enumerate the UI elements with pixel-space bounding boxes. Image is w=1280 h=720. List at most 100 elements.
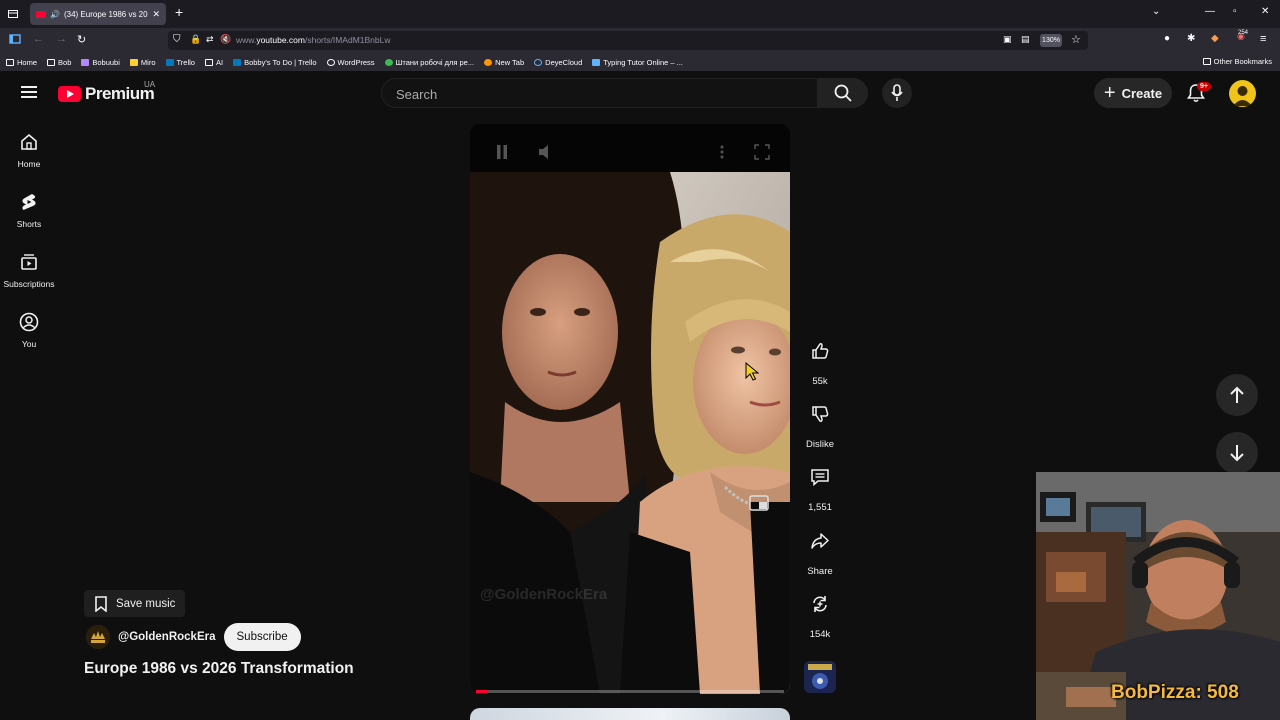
video-watermark: @GoldenRockEra bbox=[480, 586, 608, 603]
typing-favicon-icon bbox=[592, 58, 601, 66]
youtube-header: Premium UA Search + Create 9+ bbox=[0, 71, 1280, 116]
subscribe-button[interactable]: Subscribe bbox=[223, 623, 301, 651]
save-music-button[interactable]: Save music bbox=[84, 590, 186, 617]
remix-icon bbox=[813, 596, 827, 612]
home-icon bbox=[21, 133, 37, 150]
channel-name[interactable]: @GoldenRockEra bbox=[118, 631, 216, 643]
playback-progress-bar[interactable] bbox=[476, 690, 784, 693]
bookmark-item[interactable]: AI bbox=[204, 58, 223, 67]
arrow-down-icon bbox=[1230, 445, 1244, 462]
previous-short-button[interactable] bbox=[1216, 374, 1258, 416]
microphone-icon bbox=[891, 84, 903, 101]
picture-in-picture-icon[interactable]: ▣ bbox=[1003, 34, 1012, 45]
more-options-icon[interactable] bbox=[720, 144, 724, 160]
lock-icon[interactable]: 🔒 bbox=[190, 34, 201, 45]
search-button[interactable] bbox=[818, 78, 868, 108]
folder-icon bbox=[47, 58, 56, 66]
shorts-icon bbox=[22, 194, 36, 210]
minimize-icon[interactable]: — bbox=[1205, 6, 1215, 17]
shorts-player[interactable]: @GoldenRockEra bbox=[470, 124, 790, 694]
sidebar-item-home[interactable]: Home bbox=[0, 132, 58, 169]
fullscreen-icon[interactable] bbox=[754, 144, 770, 160]
sidebar-toggle-icon[interactable] bbox=[9, 33, 21, 45]
short-title[interactable]: Europe 1986 vs 2026 Transformation bbox=[84, 660, 354, 678]
bookmark-item[interactable]: Trello bbox=[165, 58, 195, 67]
reload-icon[interactable]: ↻ bbox=[77, 33, 86, 46]
bookmark-item[interactable]: Штани робочі для ре... bbox=[384, 58, 474, 67]
comment-count: 1,551 bbox=[808, 502, 832, 513]
sound-thumbnail[interactable] bbox=[804, 661, 836, 693]
bookmark-item[interactable]: Bobuubi bbox=[81, 58, 120, 67]
player-controls-bar bbox=[470, 124, 790, 172]
trello-favicon-icon bbox=[233, 58, 242, 66]
dislike-button[interactable]: Dislike bbox=[800, 395, 840, 450]
bookmark-item[interactable]: WordPress bbox=[326, 58, 375, 67]
menu-icon[interactable]: ≡ bbox=[1260, 33, 1266, 45]
other-bookmarks[interactable]: Other Bookmarks bbox=[1202, 57, 1272, 66]
close-tab-icon[interactable]: ✕ bbox=[152, 9, 160, 20]
menu-hamburger-icon[interactable] bbox=[21, 86, 37, 98]
account-avatar[interactable] bbox=[1229, 80, 1256, 107]
channel-logo-icon bbox=[86, 625, 110, 649]
search-placeholder: Search bbox=[396, 87, 438, 102]
close-window-icon[interactable]: ✕ bbox=[1261, 6, 1269, 17]
youtube-play-icon bbox=[58, 86, 81, 102]
folder-icon bbox=[6, 58, 14, 66]
like-count: 55k bbox=[812, 376, 828, 387]
channel-avatar[interactable] bbox=[86, 625, 110, 649]
bookmarks-bar: Home Bob Bobuubi Miro Trello AI Bobby's … bbox=[0, 53, 1280, 71]
firefox-favicon-icon bbox=[484, 58, 493, 66]
tab-list-icon[interactable] bbox=[8, 9, 18, 19]
tab-overflow-chevron-icon[interactable]: ⌄ bbox=[1152, 6, 1160, 17]
bookmark-item[interactable]: DeyeCloud bbox=[534, 58, 582, 67]
bookmark-item[interactable]: Home bbox=[6, 58, 37, 67]
bookmark-item[interactable]: New Tab bbox=[484, 58, 524, 67]
reader-view-icon[interactable]: ▤ bbox=[1021, 34, 1030, 45]
bookmark-item[interactable]: Bob bbox=[47, 58, 71, 67]
bookmark-item[interactable]: Typing Tutor Online – ... bbox=[592, 58, 683, 67]
url-text: www.youtube.com/shorts/IMAdM1BnbLw bbox=[236, 35, 391, 45]
browser-tab-active[interactable]: 🔊 (34) Europe 1986 vs 2026 T ✕ bbox=[30, 3, 166, 25]
restore-icon[interactable]: ▫ bbox=[1233, 6, 1237, 17]
next-short-preview[interactable] bbox=[470, 708, 790, 720]
plus-icon: + bbox=[1103, 82, 1116, 104]
next-short-button[interactable] bbox=[1216, 432, 1258, 474]
share-button[interactable]: Share bbox=[800, 522, 840, 577]
bookmark-item[interactable]: Miro bbox=[129, 58, 156, 67]
zoom-level[interactable]: 130% bbox=[1040, 34, 1062, 47]
address-bar[interactable]: ⛉ 🔒 ⇄ 🔇 www.youtube.com/shorts/IMAdM1Bnb… bbox=[168, 31, 1088, 50]
thumbs-up-icon bbox=[812, 343, 829, 359]
search-input[interactable]: Search bbox=[381, 78, 818, 108]
comments-button[interactable]: 1,551 bbox=[800, 458, 840, 513]
folder-icon bbox=[204, 58, 213, 66]
bookmark-star-icon[interactable]: ☆ bbox=[1071, 33, 1081, 46]
browser-toolbar: ← → ↻ ⛉ 🔒 ⇄ 🔇 www.youtube.com/shorts/IMA… bbox=[0, 28, 1280, 53]
extension-icon[interactable]: ◆ bbox=[1211, 33, 1219, 44]
create-button[interactable]: + Create bbox=[1094, 78, 1172, 108]
sidebar-item-subscriptions[interactable]: Subscriptions bbox=[0, 252, 58, 289]
webcam-overlay-text: BobPizza: 508 bbox=[1111, 682, 1239, 703]
volume-icon[interactable] bbox=[538, 144, 554, 160]
sidebar-item-shorts[interactable]: Shorts bbox=[0, 192, 58, 229]
back-icon[interactable]: ← bbox=[33, 33, 44, 45]
sidebar-item-you[interactable]: You bbox=[0, 312, 58, 349]
bookmark-item[interactable]: Bobby's To Do | Trello bbox=[233, 58, 317, 67]
browser-tab-bar: 🔊 (34) Europe 1986 vs 2026 T ✕ + ⌄ — ▫ ✕ bbox=[0, 0, 1280, 28]
speaker-icon[interactable]: 🔊 bbox=[50, 10, 60, 19]
arrow-up-icon bbox=[1230, 386, 1244, 403]
extensions-icon[interactable]: ✱ bbox=[1187, 33, 1195, 44]
youtube-logo[interactable]: Premium bbox=[58, 84, 155, 104]
remix-count: 154k bbox=[809, 629, 831, 640]
forward-icon[interactable]: → bbox=[56, 33, 67, 45]
remix-button[interactable]: 154k bbox=[800, 585, 840, 640]
like-button[interactable]: 55k bbox=[800, 332, 840, 387]
voice-search-button[interactable] bbox=[882, 78, 912, 108]
shield-icon[interactable]: ⛉ bbox=[173, 34, 181, 45]
permissions-icon[interactable]: ⇄ bbox=[206, 34, 214, 45]
thumbs-down-icon bbox=[812, 406, 829, 422]
pause-icon[interactable] bbox=[496, 144, 508, 160]
extension-badge: 254 bbox=[1238, 30, 1249, 36]
new-tab-icon[interactable]: + bbox=[175, 4, 183, 20]
mute-icon[interactable]: 🔇 bbox=[220, 34, 231, 45]
account-icon[interactable]: ● bbox=[1164, 33, 1170, 44]
